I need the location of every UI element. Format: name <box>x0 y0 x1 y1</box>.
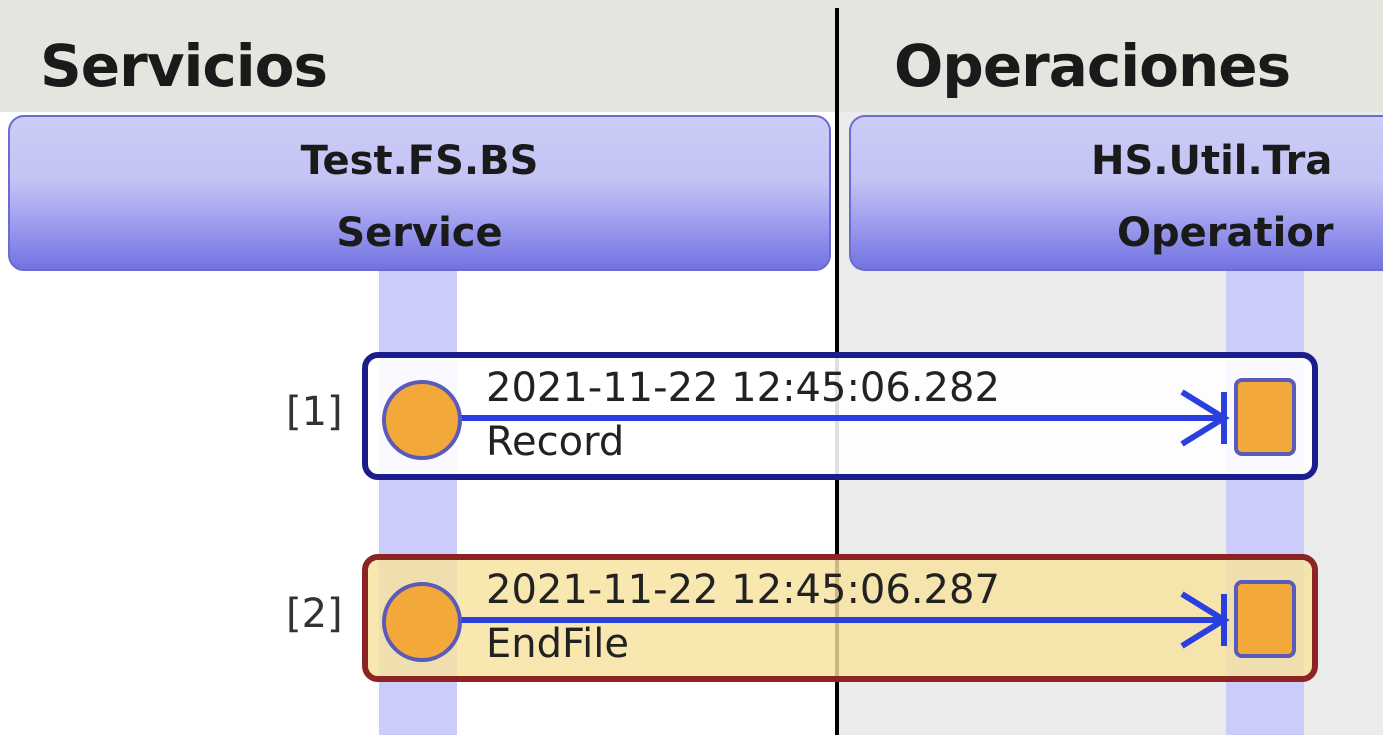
square-node-icon <box>1234 580 1296 658</box>
message-row[interactable]: 2021-11-22 12:45:06.282 Record <box>362 352 1318 480</box>
message-timestamp: 2021-11-22 12:45:06.282 <box>486 365 1000 411</box>
service-host-type: Service <box>336 210 503 256</box>
service-host-name: Test.FS.BS <box>300 138 539 184</box>
circle-node-icon <box>382 380 462 460</box>
message-row[interactable]: 2021-11-22 12:45:06.287 EndFile <box>362 554 1318 682</box>
message-index: [2] <box>286 591 343 637</box>
message-timestamp: 2021-11-22 12:45:06.287 <box>486 567 1000 613</box>
servicios-title: Servicios <box>40 32 328 100</box>
operation-host-box[interactable]: HS.Util.Tra Operatior <box>849 115 1383 271</box>
service-host-box[interactable]: Test.FS.BS Service <box>8 115 831 271</box>
operaciones-header: Operaciones <box>838 0 1383 112</box>
servicios-header: Servicios <box>0 0 838 112</box>
square-node-icon <box>1234 378 1296 456</box>
message-name: Record <box>486 419 625 465</box>
operation-host-name: HS.Util.Tra <box>1091 138 1333 184</box>
message-index: [1] <box>286 389 343 435</box>
message-name: EndFile <box>486 621 629 667</box>
circle-node-icon <box>382 582 462 662</box>
operation-host-type: Operatior <box>1117 210 1334 256</box>
operaciones-title: Operaciones <box>894 32 1291 100</box>
